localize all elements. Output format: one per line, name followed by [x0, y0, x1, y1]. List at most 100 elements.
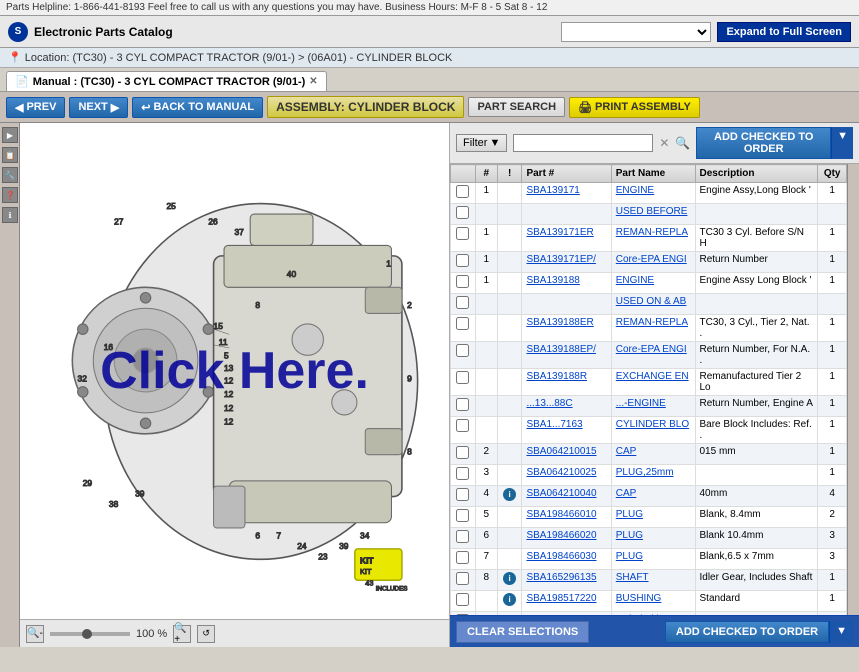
part-number-link[interactable]: SBA139188R	[526, 371, 587, 382]
row-checkbox[interactable]	[456, 530, 469, 543]
row-checkbox[interactable]	[456, 419, 469, 432]
part-name-link[interactable]: BUSHING	[616, 593, 662, 604]
parts-table-container[interactable]: # ! Part # Part Name Description Qty 1SB…	[450, 164, 847, 615]
part-number-link[interactable]: SBA064210040	[526, 488, 596, 499]
prev-button[interactable]: ◀ PREV	[6, 97, 65, 118]
back-to-manual-button[interactable]: ↩ BACK TO MANUAL	[132, 97, 263, 118]
part-number-link[interactable]: SBA139171EP/	[526, 254, 596, 265]
part-search-button[interactable]: PART SEARCH	[468, 97, 565, 117]
add-order-bottom-dropdown-arrow[interactable]: ▼	[829, 621, 853, 643]
part-name-link[interactable]: Core-EPA ENGI	[616, 344, 687, 355]
zoom-in-button[interactable]: 🔍+	[173, 625, 191, 643]
part-name-link[interactable]: CAP	[616, 488, 637, 499]
part-number-link[interactable]: SBA139188	[526, 275, 579, 286]
row-checkbox[interactable]	[456, 467, 469, 480]
part-name-link[interactable]: Core-EPA ENGI	[616, 254, 687, 265]
part-name-link[interactable]: PLUG,25mm	[616, 467, 674, 478]
filter-button[interactable]: Filter ▼	[456, 134, 507, 152]
zoom-thumb[interactable]	[82, 629, 92, 639]
row-checkbox[interactable]	[456, 371, 469, 384]
zoom-out-button[interactable]: 🔍-	[26, 625, 44, 643]
part-name-link[interactable]: CYLINDER BLO	[616, 419, 689, 430]
add-to-order-dropdown-arrow[interactable]: ▼	[831, 127, 853, 159]
row-checkbox[interactable]	[456, 317, 469, 330]
filter-input[interactable]	[513, 134, 653, 152]
assembly-button[interactable]: ASSEMBLY: CYLINDER BLOCK	[267, 96, 464, 118]
row-checkbox[interactable]	[456, 227, 469, 240]
row-checkbox[interactable]	[456, 206, 469, 219]
part-number-link[interactable]: SBA139188EP/	[526, 344, 596, 355]
part-name-link[interactable]: USED ON & AB	[616, 296, 687, 307]
row-part-name: BUSHING	[611, 591, 695, 612]
sidebar-icon-5[interactable]: ℹ	[2, 207, 18, 223]
row-checkbox[interactable]	[456, 296, 469, 309]
part-number-link[interactable]: SBA139188ER	[526, 317, 593, 328]
part-number-link[interactable]: SBA1...7163	[526, 419, 582, 430]
row-qty: 1	[818, 465, 847, 486]
diagram-canvas[interactable]: 27 26 25 37 1 2 15 11 5 13 12 12 12 12 8…	[20, 123, 449, 619]
next-button[interactable]: NEXT ▶	[69, 97, 128, 118]
part-name-link[interactable]: CAP	[616, 446, 637, 457]
filter-clear-icon[interactable]: ✕	[659, 136, 669, 150]
sidebar-icon-3[interactable]: 🔧	[2, 167, 18, 183]
part-number-link[interactable]: SBA165296135	[526, 572, 596, 583]
info-icon[interactable]: i	[503, 593, 516, 606]
part-number-link[interactable]: SBA198466030	[526, 551, 596, 562]
row-info	[497, 507, 522, 528]
part-name-link[interactable]: EXCHANGE EN	[616, 371, 689, 382]
row-checkbox[interactable]	[456, 572, 469, 585]
row-checkbox[interactable]	[456, 344, 469, 357]
row-checkbox[interactable]	[456, 551, 469, 564]
expand-full-screen-button[interactable]: Expand to Full Screen	[717, 22, 851, 42]
tab-manual[interactable]: 📄 Manual : (TC30) - 3 CYL COMPACT TRACTO…	[6, 71, 327, 91]
sidebar-icon-1[interactable]: ▶	[2, 127, 18, 143]
part-number-link[interactable]: ...13...88C	[526, 398, 572, 409]
sidebar-icon-2[interactable]: 📋	[2, 147, 18, 163]
part-number-link[interactable]: SBA198466010	[526, 509, 596, 520]
part-name-link[interactable]: SHAFT	[616, 572, 649, 583]
part-name-link[interactable]: ENGINE	[616, 275, 654, 286]
print-assembly-button[interactable]: 🖨 PRINT ASSEMBLY	[569, 97, 700, 118]
part-name-link[interactable]: PLUG	[616, 551, 643, 562]
part-number-link[interactable]: SBA198466020	[526, 530, 596, 541]
part-name-link[interactable]: USED BEFORE	[616, 206, 688, 217]
row-part-name: ENGINE	[611, 273, 695, 294]
table-row: ...13...88C...-ENGINEReturn Number, Engi…	[451, 396, 847, 417]
sidebar-icon-4[interactable]: ❓	[2, 187, 18, 203]
clear-selections-button[interactable]: CLEAR SELECTIONS	[456, 621, 589, 643]
row-checkbox[interactable]	[456, 488, 469, 501]
add-checked-to-order-bottom-button[interactable]: ADD CHECKED TO ORDER	[665, 621, 829, 643]
table-scrollbar[interactable]	[847, 164, 859, 615]
row-checkbox[interactable]	[456, 185, 469, 198]
page-layout-select[interactable]	[561, 22, 711, 42]
part-name-link[interactable]: PLUG	[616, 530, 643, 541]
part-name-link[interactable]: ...-ENGINE	[616, 398, 666, 409]
row-part-number: SBA064210040	[522, 486, 611, 507]
info-icon[interactable]: i	[503, 488, 516, 501]
part-number-link[interactable]: SBA139171ER	[526, 227, 593, 238]
row-checkbox[interactable]	[456, 509, 469, 522]
row-checkbox[interactable]	[456, 593, 469, 606]
zoom-reset-button[interactable]: ↺	[197, 625, 215, 643]
add-checked-to-order-button[interactable]: ADD CHECKED TO ORDER	[696, 127, 831, 159]
part-name-link[interactable]: ENGINE	[616, 185, 654, 196]
tab-close-icon[interactable]: ✕	[309, 76, 317, 87]
part-number-link[interactable]: SBA064210025	[526, 467, 596, 478]
row-checkbox[interactable]	[456, 446, 469, 459]
part-name-link[interactable]: REMAN-REPLA	[616, 317, 688, 328]
prev-arrow-icon: ◀	[15, 101, 23, 114]
part-name-link[interactable]: REMAN-REPLA	[616, 227, 688, 238]
row-checkbox[interactable]	[456, 275, 469, 288]
part-number-link[interactable]: SBA139171	[526, 185, 579, 196]
part-name-link[interactable]: PLUG	[616, 509, 643, 520]
part-number-link[interactable]: SBA198517220	[526, 593, 596, 604]
svg-text:25: 25	[166, 201, 176, 211]
info-icon[interactable]: i	[503, 572, 516, 585]
part-number-link[interactable]: SBA064210015	[526, 446, 596, 457]
row-checkbox[interactable]	[456, 398, 469, 411]
row-qty: 1	[818, 183, 847, 204]
row-checkbox[interactable]	[456, 254, 469, 267]
svg-text:2: 2	[407, 300, 412, 310]
zoom-slider[interactable]	[50, 632, 130, 636]
filter-search-icon[interactable]: 🔍	[675, 136, 690, 150]
